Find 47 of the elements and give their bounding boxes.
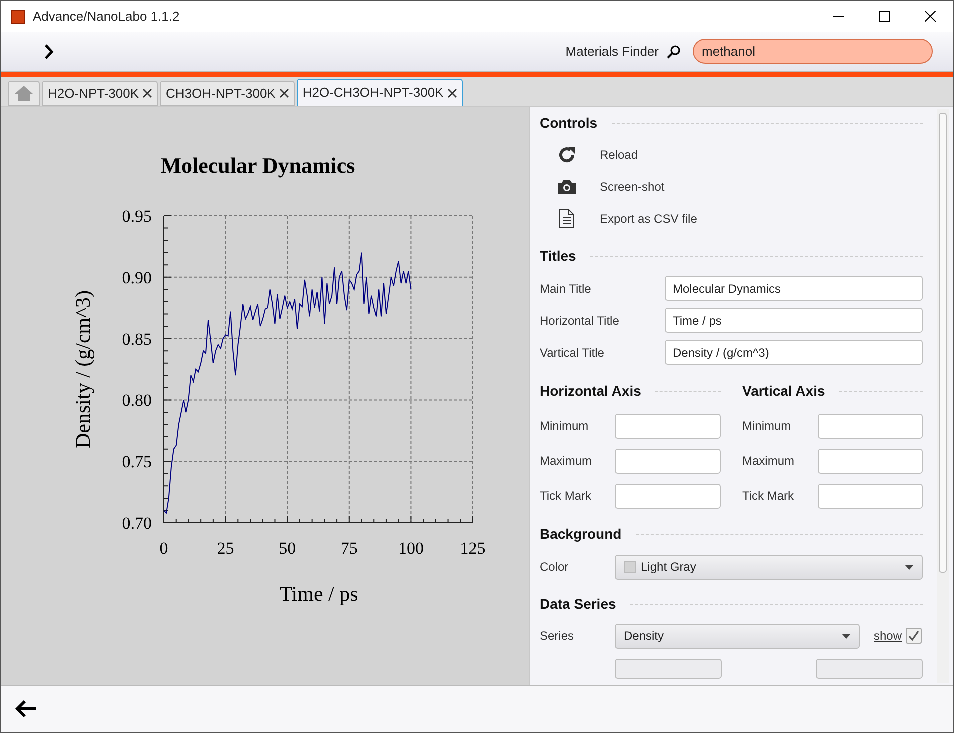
section-heading: Background <box>540 525 622 544</box>
show-link[interactable]: show <box>874 627 902 646</box>
dropdown[interactable]: Density <box>615 624 860 649</box>
section-heading: Horizontal Axis <box>540 382 642 401</box>
chart-title: Molecular Dynamics <box>160 153 356 178</box>
action-link[interactable]: Export as CSV file <box>600 210 698 228</box>
dropdown[interactable]: Light Gray <box>615 554 923 580</box>
document-tab[interactable]: CH3OH-NPT-300K <box>160 81 295 106</box>
x-tick-label: 0 <box>160 539 168 558</box>
y-tick-label: 0.95 <box>122 207 152 226</box>
field-label: Maximum <box>742 453 796 470</box>
y-tick-label: 0.80 <box>122 391 152 410</box>
x-axis-title: Time / ps <box>280 582 358 606</box>
field-label: Color <box>540 559 570 576</box>
action-link[interactable]: Reload <box>600 146 638 164</box>
text-field[interactable]: Molecular Dynamics <box>665 276 923 302</box>
section-heading: Controls <box>540 114 598 133</box>
x-tick-label: 125 <box>460 539 486 558</box>
text-field[interactable]: Density / (g/cm^3) <box>665 340 923 366</box>
section-heading: Data Series <box>540 594 616 614</box>
action-link[interactable]: Screen-shot <box>600 178 665 196</box>
x-tick-label: 25 <box>217 539 234 558</box>
field-label: Tick Mark <box>540 488 593 506</box>
y-tick-label: 0.90 <box>122 268 152 288</box>
field-label: Vartical Title <box>540 344 606 362</box>
window-title: Advance/NanoLabo 1.1.2 <box>33 8 180 26</box>
y-axis-title: Density / (g/cm^3) <box>71 290 95 448</box>
y-tick-label: 0.75 <box>122 452 152 472</box>
y-tick-label: 0.85 <box>122 330 152 349</box>
y-tick-label: 0.70 <box>122 514 152 533</box>
search-field[interactable]: methanol <box>693 39 933 64</box>
x-tick-label: 75 <box>340 539 358 558</box>
field-label: Main Title <box>540 280 592 298</box>
field-label: Minimum <box>742 418 792 436</box>
field-label: Series <box>540 628 576 646</box>
document-tab[interactable]: H2O-CH3OH-NPT-300K <box>296 79 463 106</box>
x-tick-label: 100 <box>398 539 424 558</box>
field-label: Tick Mark <box>742 488 796 506</box>
section-heading: Vartical Axis <box>742 382 826 401</box>
field-label: Maximum <box>540 453 594 470</box>
x-tick-label: 50 <box>279 539 296 558</box>
text-field[interactable]: Time / ps <box>665 308 923 334</box>
field-label: Horizontal Title <box>540 312 620 330</box>
section-heading: Titles <box>540 246 576 266</box>
finder-label: Materials Finder <box>566 42 659 61</box>
document-tab[interactable]: H2O-NPT-300K <box>42 81 158 106</box>
field-label: Minimum <box>540 418 590 436</box>
